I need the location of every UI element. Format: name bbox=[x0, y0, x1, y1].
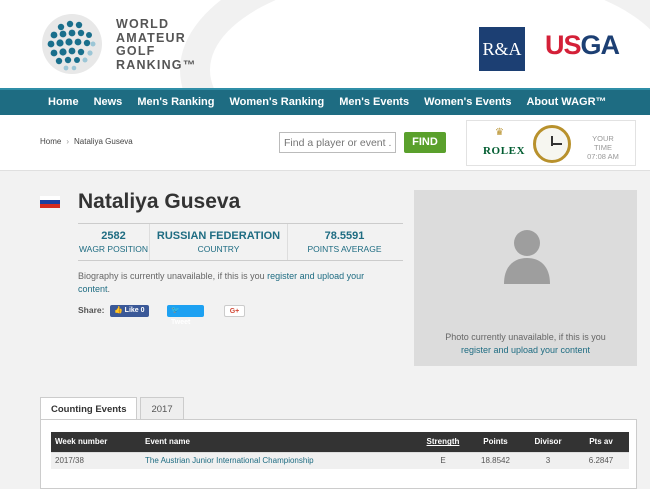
player-photo-placeholder: Photo currently unavailable, if this is … bbox=[414, 190, 637, 366]
stat-value: 78.5591 bbox=[324, 230, 365, 242]
facebook-like-button[interactable]: 👍 Like 0 bbox=[110, 305, 149, 317]
nav-home[interactable]: Home bbox=[48, 96, 79, 108]
logo-line: GOLF bbox=[116, 44, 156, 58]
rolex-crown-icon: ♛ bbox=[495, 127, 504, 138]
stat-label: WAGR POSITION bbox=[78, 244, 149, 254]
site-header: WORLD AMATEUR GOLF RANKING™ R&A USGA bbox=[0, 0, 650, 88]
google-plus-button[interactable]: G+ bbox=[224, 305, 245, 317]
twitter-tweet-button[interactable]: 🐦 Tweet bbox=[167, 305, 204, 326]
share-label: Share: bbox=[78, 305, 105, 315]
rolex-brand: ROLEX bbox=[483, 145, 526, 157]
rolex-ad[interactable]: ♛ ROLEX YOUR TIME 07:08 AM bbox=[466, 120, 636, 166]
photo-register-link[interactable]: register and upload your content bbox=[461, 345, 590, 355]
tab-counting-events[interactable]: Counting Events bbox=[40, 397, 138, 420]
stat-label: COUNTRY bbox=[197, 244, 240, 254]
ra-logo[interactable]: R&A bbox=[479, 27, 525, 71]
cell-week: 2017/38 bbox=[51, 451, 141, 469]
cell-pts-av: 6.2847 bbox=[573, 451, 629, 469]
col-points: Points bbox=[468, 432, 523, 452]
player-name: Nataliya Guseva bbox=[78, 190, 241, 213]
tweet-label: Tweet bbox=[171, 319, 191, 326]
breadcrumb-separator-icon: › bbox=[66, 137, 70, 146]
col-event-name: Event name bbox=[141, 432, 418, 452]
stat-country: RUSSIAN FEDERATION COUNTRY bbox=[150, 224, 288, 260]
events-table: Week number Event name Strength Points D… bbox=[51, 432, 629, 469]
col-pts-av: Pts av bbox=[573, 432, 629, 452]
nav-about-wagr[interactable]: About WAGR™ bbox=[526, 96, 606, 108]
event-link[interactable]: The Austrian Junior International Champi… bbox=[145, 456, 314, 465]
nav-womens-ranking[interactable]: Women's Ranking bbox=[230, 96, 325, 108]
usga-logo[interactable]: USGA bbox=[545, 30, 620, 61]
flag-stripe bbox=[40, 204, 60, 208]
breadcrumb-current: Nataliya Guseva bbox=[74, 137, 133, 146]
events-tabs: Counting Events 2017 bbox=[40, 397, 187, 420]
breadcrumb: Home › Nataliya Guseva bbox=[40, 137, 133, 146]
stat-wagr-position: 2582 WAGR POSITION bbox=[78, 224, 150, 260]
person-silhouette-icon bbox=[504, 230, 550, 284]
stat-points-average: 78.5591 POINTS AVERAGE bbox=[288, 224, 401, 260]
nav-news[interactable]: News bbox=[94, 96, 123, 108]
find-button[interactable]: FIND bbox=[404, 132, 446, 153]
your-time-text: YOUR TIME 07:08 AM bbox=[583, 134, 623, 161]
cell-event: The Austrian Junior International Champi… bbox=[141, 451, 418, 469]
facebook-like-label: Like 0 bbox=[124, 307, 145, 314]
wagr-wordmark[interactable]: WORLD AMATEUR GOLF RANKING™ bbox=[116, 17, 197, 72]
photo-caption-text: Photo currently unavailable, if this is … bbox=[445, 332, 606, 342]
bio-text-end: . bbox=[107, 284, 111, 294]
russia-flag-icon bbox=[40, 196, 60, 208]
nav-womens-events[interactable]: Women's Events bbox=[424, 96, 511, 108]
tab-2017[interactable]: 2017 bbox=[140, 397, 184, 420]
your-time-line: 07:08 AM bbox=[587, 152, 619, 161]
nav-mens-events[interactable]: Men's Events bbox=[339, 96, 409, 108]
your-time-line: YOUR TIME bbox=[592, 134, 614, 152]
logo-line: RANKING™ bbox=[116, 57, 197, 72]
col-week-number: Week number bbox=[51, 432, 141, 452]
breadcrumb-home[interactable]: Home bbox=[40, 137, 61, 146]
search-input[interactable] bbox=[279, 132, 396, 153]
main-nav: Home News Men's Ranking Women's Ranking … bbox=[0, 88, 650, 115]
stat-value: RUSSIAN FEDERATION bbox=[156, 230, 281, 242]
events-panel: Week number Event name Strength Points D… bbox=[40, 419, 637, 489]
logo-line: AMATEUR bbox=[116, 30, 186, 45]
photo-caption: Photo currently unavailable, if this is … bbox=[414, 331, 637, 357]
clock-icon bbox=[533, 125, 571, 163]
usga-logo-part: GA bbox=[580, 30, 620, 60]
table-row: 2017/38 The Austrian Junior Internationa… bbox=[51, 451, 629, 469]
player-stats: 2582 WAGR POSITION RUSSIAN FEDERATION CO… bbox=[78, 223, 403, 261]
col-divisor: Divisor bbox=[523, 432, 573, 452]
sub-header: Home › Nataliya Guseva FIND ♛ ROLEX YOUR T… bbox=[0, 115, 650, 171]
cell-divisor: 3 bbox=[523, 451, 573, 469]
table-header-row: Week number Event name Strength Points D… bbox=[51, 432, 629, 452]
bio-text: Biography is currently unavailable, if t… bbox=[78, 271, 268, 281]
cell-points: 18.8542 bbox=[468, 451, 523, 469]
usga-logo-part: US bbox=[545, 30, 582, 60]
stat-value: 2582 bbox=[101, 230, 126, 242]
nav-mens-ranking[interactable]: Men's Ranking bbox=[137, 96, 214, 108]
stat-label: POINTS AVERAGE bbox=[307, 244, 382, 254]
col-strength[interactable]: Strength bbox=[418, 432, 468, 452]
logo-line: WORLD bbox=[116, 17, 170, 31]
golf-ball-logo-icon[interactable] bbox=[41, 13, 103, 75]
biography: Biography is currently unavailable, if t… bbox=[78, 270, 398, 296]
cell-strength: E bbox=[418, 451, 468, 469]
